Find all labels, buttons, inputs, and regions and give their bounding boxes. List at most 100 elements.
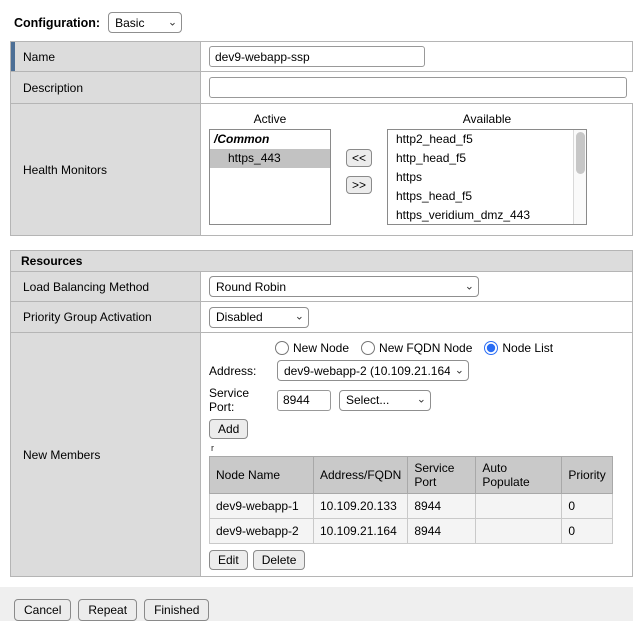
member-actions: Edit Delete	[209, 550, 624, 570]
resources-table: Load Balancing Method Round Robin ⌄ Prio…	[10, 272, 633, 577]
configuration-bar: Configuration: Basic ⌄	[0, 0, 633, 41]
new-members-row: New Members New Node New FQDN Node Node …	[10, 333, 633, 577]
available-column-label: Available	[387, 112, 587, 126]
column-header-priority: Priority	[562, 457, 612, 494]
new-node-radio-label: New Node	[293, 341, 349, 355]
priority-cell: 0	[562, 519, 612, 544]
move-to-active-button[interactable]: <<	[346, 149, 372, 167]
node-list-radio-label: Node List	[502, 341, 553, 355]
node-list-radio[interactable]	[484, 341, 498, 355]
auto-populate-cell	[476, 519, 562, 544]
address-select-wrap: dev9-webapp-2 (10.109.21.164) ⌄	[277, 360, 469, 381]
load-balancing-method-row: Load Balancing Method Round Robin ⌄	[10, 272, 633, 302]
scrollbar[interactable]	[573, 130, 586, 224]
edit-button[interactable]: Edit	[209, 550, 248, 570]
configuration-select[interactable]: Basic	[108, 12, 182, 33]
member-type-radios: New Node New FQDN Node Node List	[275, 341, 624, 355]
priority-group-activation-select[interactable]: Disabled	[209, 307, 309, 328]
node-name-cell: dev9-webapp-2	[210, 519, 314, 544]
auto-populate-cell	[476, 494, 562, 519]
spacer	[331, 112, 387, 126]
member-row[interactable]: dev9-webapp-1 10.109.20.133 8944 0	[210, 494, 613, 519]
name-row: Name	[10, 42, 633, 72]
service-port-input[interactable]	[277, 390, 331, 411]
configuration-label: Configuration:	[14, 16, 100, 30]
new-fqdn-node-radio[interactable]	[361, 341, 375, 355]
address-label: Address:	[209, 364, 277, 378]
available-monitors-listbox[interactable]: http2_head_f5 http_head_f5 https https_h…	[387, 129, 587, 225]
scrollbar-thumb[interactable]	[576, 132, 585, 174]
listbox-item[interactable]: https	[388, 168, 572, 187]
footer-bar: Cancel Repeat Finished	[0, 587, 633, 621]
general-properties-table: Name Description Health Monitors Active …	[10, 41, 633, 236]
address-row: Address: dev9-webapp-2 (10.109.21.164) ⌄	[209, 360, 624, 381]
load-balancing-method-label: Load Balancing Method	[23, 280, 149, 294]
service-port-label: Service Port:	[209, 386, 277, 414]
listbox-item-https-443[interactable]: https_443	[210, 149, 330, 168]
new-node-radio[interactable]	[275, 341, 289, 355]
required-marker	[11, 42, 15, 71]
description-label-cell: Description	[11, 72, 201, 103]
address-fqdn-cell: 10.109.20.133	[314, 494, 408, 519]
address-select[interactable]: dev9-webapp-2 (10.109.21.164)	[277, 360, 469, 381]
priority-group-activation-label: Priority Group Activation	[23, 310, 152, 324]
listbox-item[interactable]: https_head_f5	[388, 187, 572, 206]
new-members-value-cell: New Node New FQDN Node Node List Address…	[201, 333, 632, 576]
active-column-label: Active	[209, 112, 331, 126]
node-list-radio-option[interactable]: Node List	[484, 341, 553, 355]
description-label: Description	[23, 81, 83, 95]
description-value-cell	[201, 72, 633, 103]
priority-group-select-wrap: Disabled ⌄	[209, 307, 309, 328]
cancel-button[interactable]: Cancel	[14, 599, 71, 621]
listbox-item[interactable]: https_veridium_dmz_443	[388, 206, 572, 225]
name-input[interactable]	[209, 46, 425, 67]
service-port-row: Service Port: Select... ⌄	[209, 386, 624, 414]
service-port-cell: 8944	[408, 494, 476, 519]
move-buttons: << >>	[344, 149, 374, 225]
configuration-select-wrap: Basic ⌄	[108, 12, 182, 33]
port-select[interactable]: Select...	[339, 390, 431, 411]
listbox-item[interactable]: http_head_f5	[388, 149, 572, 168]
resources-section-header: Resources	[10, 250, 633, 272]
health-monitors-label-cell: Health Monitors	[11, 104, 201, 235]
member-row[interactable]: dev9-webapp-2 10.109.21.164 8944 0	[210, 519, 613, 544]
column-header-service-port: Service Port	[408, 457, 476, 494]
new-node-radio-option[interactable]: New Node	[275, 341, 349, 355]
name-label-cell: Name	[11, 42, 201, 71]
new-fqdn-node-radio-label: New FQDN Node	[379, 341, 472, 355]
add-row: Add	[209, 419, 624, 439]
name-label: Name	[23, 50, 55, 64]
listbox-item[interactable]: http2_head_f5	[388, 130, 572, 149]
priority-group-activation-value-cell: Disabled ⌄	[201, 302, 632, 332]
port-select-wrap: Select... ⌄	[339, 390, 431, 411]
load-balancing-method-label-cell: Load Balancing Method	[11, 272, 201, 301]
new-members-label: New Members	[23, 448, 100, 462]
priority-group-activation-label-cell: Priority Group Activation	[11, 302, 201, 332]
finished-button[interactable]: Finished	[144, 599, 209, 621]
add-button[interactable]: Add	[209, 419, 248, 439]
load-balancing-method-value-cell: Round Robin ⌄	[201, 272, 632, 301]
delete-button[interactable]: Delete	[253, 550, 306, 570]
listbox-item-common-folder[interactable]: /Common	[210, 130, 330, 149]
description-row: Description	[10, 72, 633, 104]
new-members-label-cell: New Members	[11, 333, 201, 576]
description-input[interactable]	[209, 77, 627, 98]
members-table: Node Name Address/FQDN Service Port Auto…	[209, 456, 613, 544]
repeat-button[interactable]: Repeat	[78, 599, 137, 621]
active-monitors-listbox[interactable]: /Common https_443	[209, 129, 331, 225]
health-monitors-value-cell: Active Available /Common https_443 << >>…	[201, 104, 632, 235]
priority-cell: 0	[562, 494, 612, 519]
load-balancing-select-wrap: Round Robin ⌄	[209, 276, 479, 297]
health-monitors-column-labels: Active Available	[209, 112, 624, 126]
column-header-address-fqdn: Address/FQDN	[314, 457, 408, 494]
priority-group-activation-row: Priority Group Activation Disabled ⌄	[10, 302, 633, 333]
column-header-auto-populate: Auto Populate	[476, 457, 562, 494]
health-monitors-boxes: /Common https_443 << >> http2_head_f5 ht…	[209, 129, 624, 225]
members-table-header-row: Node Name Address/FQDN Service Port Auto…	[210, 457, 613, 494]
move-to-available-button[interactable]: >>	[346, 176, 372, 194]
health-monitors-row: Health Monitors Active Available /Common…	[10, 104, 633, 236]
new-fqdn-node-radio-option[interactable]: New FQDN Node	[361, 341, 472, 355]
load-balancing-method-select[interactable]: Round Robin	[209, 276, 479, 297]
health-monitors-label: Health Monitors	[23, 163, 107, 177]
stray-text: r	[211, 444, 624, 453]
